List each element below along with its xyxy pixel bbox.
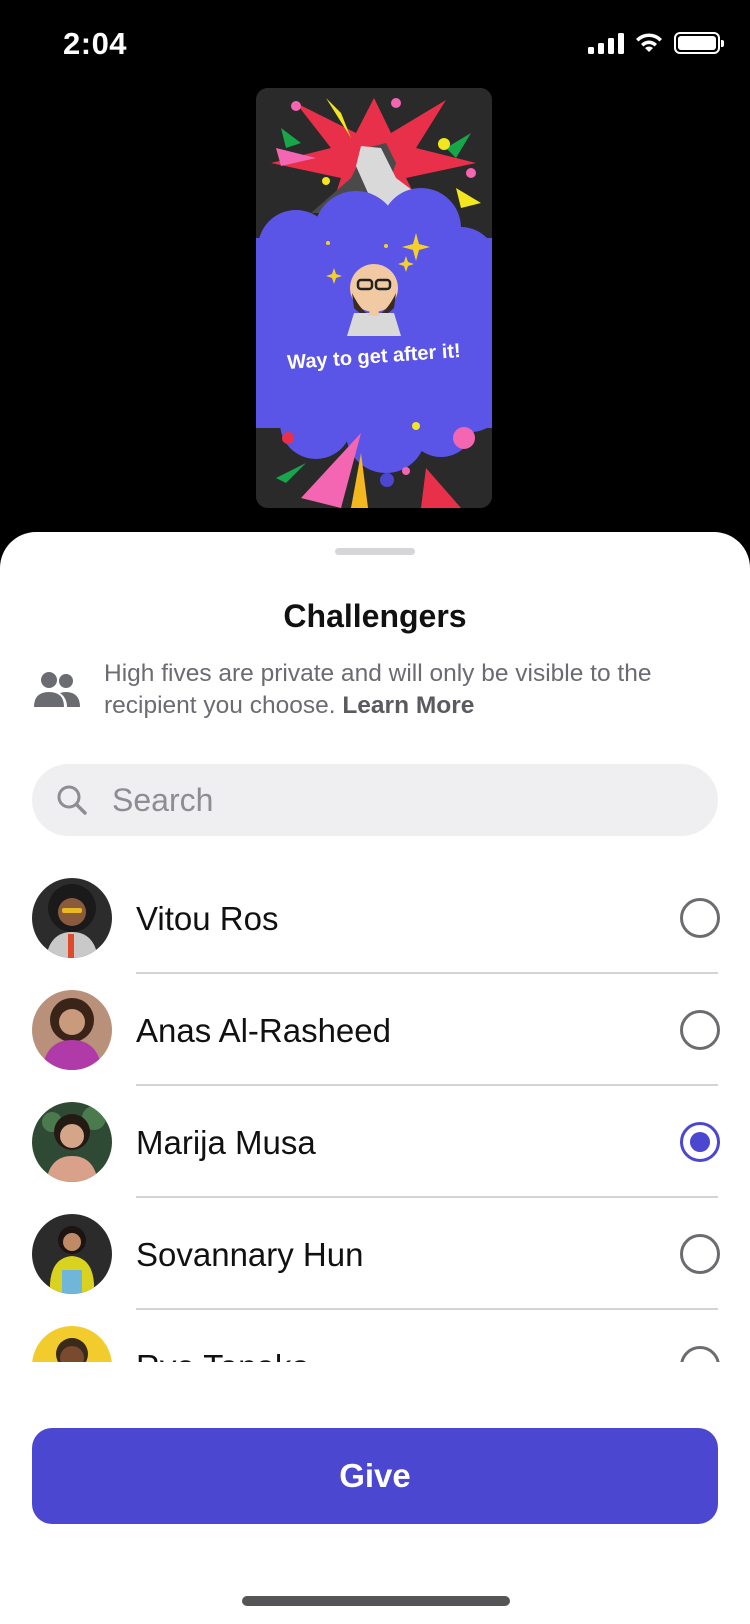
recipient-sheet: Challengers High fives are private and w… xyxy=(0,532,750,1624)
recipient-row[interactable]: Sovannary Hun xyxy=(0,1198,750,1310)
status-bar: 2:04 xyxy=(0,0,750,90)
card-illustration xyxy=(256,88,492,508)
status-icons xyxy=(588,32,724,54)
recipient-radio[interactable] xyxy=(680,1346,720,1362)
recipient-radio-selected[interactable] xyxy=(680,1122,720,1162)
people-icon xyxy=(34,672,80,707)
recipient-row[interactable]: Marija Musa xyxy=(0,1086,750,1198)
recipient-radio[interactable] xyxy=(680,1010,720,1050)
recipient-name: Marija Musa xyxy=(136,1124,316,1161)
search-input[interactable] xyxy=(112,781,672,819)
battery-icon xyxy=(674,32,724,54)
wifi-icon xyxy=(636,33,662,52)
search-bar[interactable] xyxy=(32,764,718,836)
avatar xyxy=(32,1102,112,1182)
recipient-name: Vitou Ros xyxy=(136,900,279,937)
sheet-grabber[interactable] xyxy=(335,548,415,555)
recipient-name: Anas Al-Rasheed xyxy=(136,1012,391,1049)
recipient-row[interactable]: Ryo Tanaka xyxy=(0,1310,750,1362)
recipient-row[interactable]: Vitou Ros xyxy=(0,862,750,974)
high-five-card-preview: Way to get after it! xyxy=(256,88,492,508)
avatar xyxy=(32,990,112,1070)
search-icon xyxy=(57,785,87,815)
cellular-signal-icon xyxy=(588,32,624,54)
recipient-name: Ryo Tanaka xyxy=(136,1348,310,1362)
privacy-info-text: High fives are private and will only be … xyxy=(104,658,722,722)
avatar xyxy=(32,878,112,958)
give-button[interactable]: Give xyxy=(32,1428,718,1524)
learn-more-link[interactable]: Learn More xyxy=(342,692,474,719)
avatar xyxy=(32,1214,112,1294)
recipient-list: Vitou Ros Anas Al-Rasheed Marija Musa So… xyxy=(0,862,750,1362)
avatar xyxy=(32,1326,112,1362)
sheet-title: Challengers xyxy=(283,598,467,634)
status-time: 2:04 xyxy=(63,26,128,61)
recipient-radio[interactable] xyxy=(680,1234,720,1274)
recipient-radio[interactable] xyxy=(680,898,720,938)
home-indicator xyxy=(242,1596,510,1606)
privacy-info: High fives are private and will only be … xyxy=(32,658,722,722)
recipient-row[interactable]: Anas Al-Rasheed xyxy=(0,974,750,1086)
recipient-name: Sovannary Hun xyxy=(136,1236,364,1273)
